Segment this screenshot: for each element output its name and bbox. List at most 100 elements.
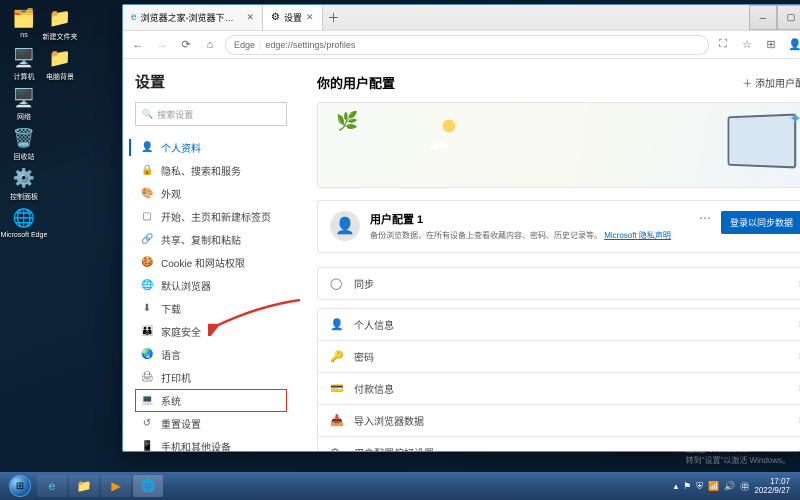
nav-printers[interactable]: 🖨打印机 <box>135 366 287 389</box>
desktop-icon-ns[interactable]: 🗂️ns <box>8 6 40 42</box>
language-icon: 🌏 <box>141 349 153 360</box>
tray-shield-icon[interactable]: ⛨ <box>696 481 703 492</box>
nav-phone[interactable]: 📱手机和其他设备 <box>135 435 287 451</box>
desktop-icon-controlpanel[interactable]: ⚙️控制面板 <box>8 166 40 202</box>
download-icon: ⬇ <box>141 303 153 314</box>
folder-icon: 📁 <box>48 6 72 30</box>
desktop-icon-edge[interactable]: 🌐Microsoft Edge <box>8 206 40 239</box>
taskbar-explorer[interactable]: 📁 <box>69 475 99 497</box>
profile-card: 👤 用户配置 1 备份浏览数据，在所有设备上查看收藏内容、密码、历史记录等。 M… <box>317 200 800 253</box>
option-passwords[interactable]: 🔑密码› <box>317 340 800 372</box>
privacy-link[interactable]: Microsoft 隐私声明 <box>604 231 671 240</box>
gear-icon: ⚙️ <box>12 166 36 190</box>
tray-ime-icon[interactable]: ㊥ <box>740 480 749 493</box>
refresh-button[interactable]: ⟳ <box>177 36 195 54</box>
folder-icon: 🗂️ <box>12 6 36 30</box>
nav-languages[interactable]: 🌏语言 <box>135 343 287 366</box>
settings-nav: 👤个人资料 🔒隐私、搜索和服务 🎨外观 ▢开始、主页和新建标签页 🔗共享、复制和… <box>135 136 287 451</box>
read-aloud-icon[interactable]: ⛶ <box>715 37 731 53</box>
profile-icon: 👤 <box>141 142 153 153</box>
new-tab-button[interactable]: ＋ <box>323 5 345 30</box>
back-button[interactable]: ← <box>129 36 147 54</box>
sparkle-icon: ✦ <box>789 109 800 129</box>
browser-icon: 🌐 <box>141 280 153 291</box>
content: 设置 搜索设置 👤个人资料 🔒隐私、搜索和服务 🎨外观 ▢开始、主页和新建标签页… <box>123 59 800 451</box>
system-icon: 💻 <box>141 395 153 406</box>
import-icon: 📥 <box>330 414 344 427</box>
lock-icon: 🔒 <box>141 165 153 176</box>
cookie-icon: 🍪 <box>141 257 153 268</box>
desktop-icon-wallpaper[interactable]: 📁电脑背景 <box>44 46 76 82</box>
tray-flag-icon[interactable]: ⚑ <box>683 481 691 492</box>
url-text: edge://settings/profiles <box>265 40 355 50</box>
network-icon: 🖥️ <box>12 86 36 110</box>
profile-name: 用户配置 1 <box>370 211 689 227</box>
nav-startup[interactable]: ▢开始、主页和新建标签页 <box>135 205 287 228</box>
nav-appearance[interactable]: 🎨外观 <box>135 182 287 205</box>
gear-icon: ⚙ <box>271 12 280 23</box>
search-settings-input[interactable]: 搜索设置 <box>135 102 287 126</box>
settings-title: 设置 <box>135 71 287 92</box>
person-icon: 👤 <box>330 318 344 331</box>
taskbar-clock[interactable]: 17:07 2022/9/27 <box>754 477 790 495</box>
maximize-button[interactable]: ▢ <box>777 5 800 30</box>
trash-icon: 🗑️ <box>12 126 36 150</box>
nav-family[interactable]: 👪家庭安全 <box>135 320 287 343</box>
nav-share[interactable]: 🔗共享、复制和粘贴 <box>135 228 287 251</box>
profile-avatar-icon[interactable]: 👤 <box>787 37 800 53</box>
desktop-icon-newfolder[interactable]: 📁新建文件夹 <box>44 6 76 42</box>
leaves-icon: 🌿 <box>336 111 358 132</box>
family-icon: 👪 <box>141 326 153 337</box>
ie-icon: e <box>131 12 137 23</box>
main-title: 你的用户配置 <box>317 73 395 92</box>
card-icon: 💳 <box>330 382 344 395</box>
desktop-icon-recyclebin[interactable]: 🗑️回收站 <box>8 126 40 162</box>
add-profile-button[interactable]: ＋ 添加用户配置 <box>742 75 800 90</box>
option-personal-info[interactable]: 👤个人信息› <box>317 308 800 340</box>
laptop-icon <box>728 113 797 168</box>
nav-default-browser[interactable]: 🌐默认浏览器 <box>135 274 287 297</box>
tab-settings[interactable]: ⚙ 设置 ✕ <box>263 5 323 30</box>
desktop-icon-computer[interactable]: 🖥️计算机 <box>8 46 40 82</box>
nav-profiles[interactable]: 👤个人资料 <box>135 136 287 159</box>
phone-icon: 📱 <box>141 441 153 451</box>
nav-reset[interactable]: ↺重置设置 <box>135 412 287 435</box>
printer-icon: 🖨 <box>141 372 153 383</box>
option-payments[interactable]: 💳付款信息› <box>317 372 800 404</box>
forward-button[interactable]: → <box>153 36 171 54</box>
appearance-icon: 🎨 <box>141 188 153 199</box>
taskbar-mediaplayer[interactable]: ▶ <box>101 475 131 497</box>
minimize-button[interactable]: ─ <box>749 5 777 30</box>
close-icon[interactable]: ✕ <box>246 12 254 23</box>
collections-icon[interactable]: ⊞ <box>763 37 779 53</box>
nav-downloads[interactable]: ⬇下载 <box>135 297 287 320</box>
start-button[interactable]: ⊞ <box>4 474 36 498</box>
signin-button[interactable]: 登录以同步数据 <box>721 211 800 234</box>
taskbar-edge[interactable]: 🌐 <box>133 475 163 497</box>
nav-privacy[interactable]: 🔒隐私、搜索和服务 <box>135 159 287 182</box>
home-button[interactable]: ⌂ <box>201 36 219 54</box>
desktop-icons: 🗂️ns 📁新建文件夹 🖥️计算机 📁电脑背景 🖥️网络 🗑️回收站 ⚙️控制面… <box>8 6 76 239</box>
option-import[interactable]: 📥导入浏览器数据› <box>317 404 800 436</box>
window-controls: ─ ▢ ✕ <box>749 5 800 30</box>
sync-row[interactable]: ◯ 同步 › <box>317 267 800 300</box>
favorites-icon[interactable]: ☆ <box>739 37 755 53</box>
options-group: 👤个人信息› 🔑密码› 💳付款信息› 📥导入浏览器数据› ⚙用户配置偏好设置› <box>317 308 800 451</box>
taskbar: ⊞ e 📁 ▶ 🌐 ▴ ⚑ ⛨ 📶 🔊 ㊥ 17:07 2022/9/27 <box>0 472 800 500</box>
url-input[interactable]: Edge | edge://settings/profiles <box>225 35 709 55</box>
hero-illustration: 🌿 ☁ ✦ <box>317 102 800 188</box>
tray-sound-icon[interactable]: 🔊 <box>724 481 735 492</box>
profile-desc: 备份浏览数据，在所有设备上查看收藏内容、密码、历史记录等。 Microsoft … <box>370 230 689 242</box>
nav-system[interactable]: 💻系统 <box>135 389 287 412</box>
tray-network-icon[interactable]: 📶 <box>708 481 719 492</box>
taskbar-ie[interactable]: e <box>37 475 67 497</box>
avatar-icon: 👤 <box>330 211 360 241</box>
desktop-icon-network[interactable]: 🖥️网络 <box>8 86 40 122</box>
address-bar: ← → ⟳ ⌂ Edge | edge://settings/profiles … <box>123 31 800 59</box>
tab-browserhome[interactable]: e 浏览器之家-浏览器下载排行榜20… ✕ <box>123 5 263 30</box>
profile-more-button[interactable]: ⋯ <box>699 211 711 225</box>
nav-cookies[interactable]: 🍪Cookie 和网站权限 <box>135 251 287 274</box>
close-icon[interactable]: ✕ <box>306 12 314 23</box>
share-icon: 🔗 <box>141 234 153 245</box>
tray-up-icon[interactable]: ▴ <box>674 481 679 492</box>
